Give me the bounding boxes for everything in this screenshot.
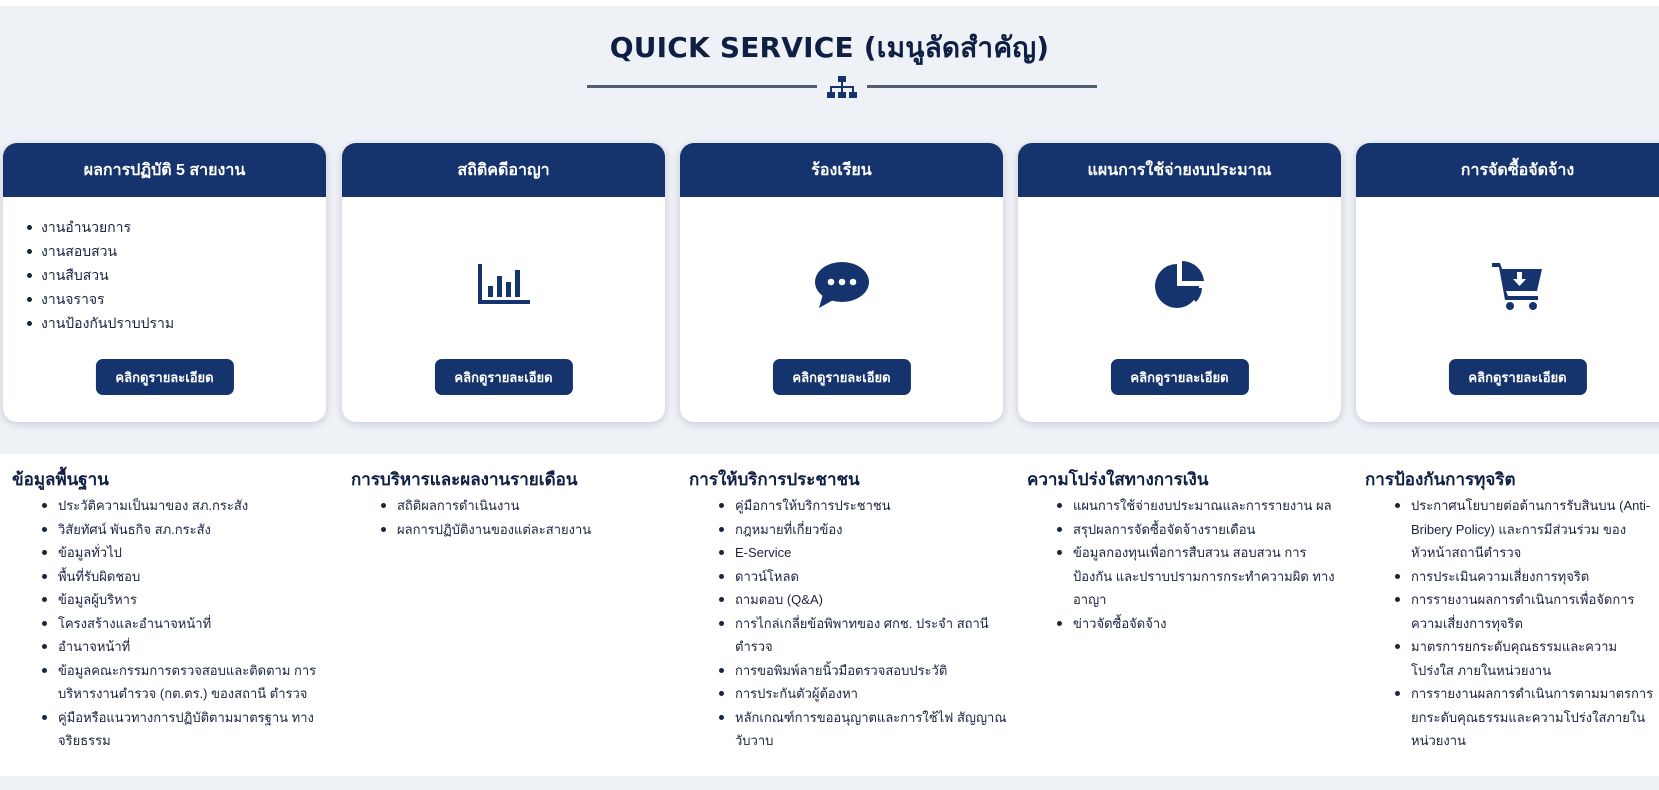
bar-chart-icon <box>474 257 534 313</box>
list-link[interactable]: ข่าวจัดซื้อจัดจ้าง <box>1027 612 1347 636</box>
title-divider <box>587 76 1097 108</box>
list-item: งานสืบสวน <box>27 263 174 287</box>
chat-bubble-icon <box>812 257 872 313</box>
list-link[interactable]: คู่มือการให้บริการประชาชน <box>689 494 1009 518</box>
card-complaints: ร้องเรียน คลิกดูรายละเอียด <box>680 143 1003 422</box>
list-link[interactable]: คู่มือหรือแนวทางการปฏิบัติตามมาตรฐาน ทาง… <box>12 706 332 753</box>
column-title: การบริหารและผลงานรายเดือน <box>351 470 578 489</box>
list-link[interactable]: ประกาศนโยบายต่อต้านการรับสินบน (Anti-Bri… <box>1365 494 1655 565</box>
card-item-list: งานอำนวยการ งานสอบสวน งานสืบสวน งานจราจร… <box>27 215 174 335</box>
link-list: สถิติผลการดำเนินงาน ผลการปฏิบัติงานของแต… <box>351 494 671 541</box>
card-header: ร้องเรียน <box>680 143 1003 197</box>
card-header: สถิติคดีอาญา <box>342 143 665 197</box>
link-list: ประกาศนโยบายต่อต้านการรับสินบน (Anti-Bri… <box>1365 494 1655 753</box>
list-link[interactable]: ถามตอบ (Q&A) <box>689 588 1009 612</box>
column-public-service: การให้บริการประชาชน คู่มือการให้บริการปร… <box>689 468 1009 753</box>
list-link[interactable]: โครงสร้างและอำนาจหน้าที่ <box>12 612 332 636</box>
list-link[interactable]: การรายงานผลการดำเนินการเพื่อจัดการ ความเ… <box>1365 588 1655 635</box>
list-link[interactable]: การประเมินความเสี่ยงการทุจริต <box>1365 565 1655 589</box>
list-item: งานจราจร <box>27 287 174 311</box>
card-budget-plan: แผนการใช้จ่ายงบประมาณ คลิกดูรายละเอียด <box>1018 143 1341 422</box>
column-financial-transparency: ความโปร่งใสทางการเงิน แผนการใช้จ่ายงบประ… <box>1027 468 1347 635</box>
list-link[interactable]: ข้อมูลกองทุนเพื่อการสืบสวน สอบสวน การ ป้… <box>1027 541 1347 612</box>
list-item: งานป้องกันปราบปราม <box>27 311 174 335</box>
list-link[interactable]: การไกล่เกลี่ยข้อพิพาทของ ศกช. ประจำ สถาน… <box>689 612 1009 659</box>
list-link[interactable]: ผลการปฏิบัติงานของแต่ละสายงาน <box>351 518 671 542</box>
card-body: งานอำนวยการ งานสอบสวน งานสืบสวน งานจราจร… <box>3 197 326 422</box>
divider-line-right <box>867 85 1097 88</box>
column-title: การให้บริการประชาชน <box>689 470 860 489</box>
link-list: คู่มือการให้บริการประชาชน กฎหมายที่เกี่ย… <box>689 494 1009 753</box>
card-crime-statistics: สถิติคดีอาญา คลิกดูรายละเอียด <box>342 143 665 422</box>
list-link[interactable]: สถิติผลการดำเนินงาน <box>351 494 671 518</box>
card-procurement: การจัดซื้อจัดจ้าง คลิกดูรายละเอียด <box>1356 143 1659 422</box>
column-title: ข้อมูลพื้นฐาน <box>12 470 109 489</box>
list-link[interactable]: การประกันตัวผู้ต้องหา <box>689 682 1009 706</box>
footer-band <box>0 776 1659 790</box>
list-link[interactable]: การขอพิมพ์ลายนิ้วมือตรวจสอบประวัติ <box>689 659 1009 683</box>
list-link[interactable]: การรายงานผลการดำเนินการตามมาตรการ ยกระดั… <box>1365 682 1655 753</box>
shopping-cart-icon <box>1488 257 1548 313</box>
list-item: งานสอบสวน <box>27 239 174 263</box>
details-button[interactable]: คลิกดูรายละเอียด <box>1448 359 1587 395</box>
list-link[interactable]: E-Service <box>689 541 1009 565</box>
list-link[interactable]: อำนาจหน้าที่ <box>12 635 332 659</box>
list-item: งานอำนวยการ <box>27 215 174 239</box>
sitemap-icon <box>827 76 857 98</box>
pie-chart-icon <box>1150 257 1210 313</box>
link-list: แผนการใช้จ่ายงบประมาณและการรายงาน ผล สรุ… <box>1027 494 1347 635</box>
link-list: ประวัติความเป็นมาของ สภ.กระสัง วิสัยทัศน… <box>12 494 332 753</box>
card-header: ผลการปฏิบัติ 5 สายงาน <box>3 143 326 197</box>
details-button[interactable]: คลิกดูรายละเอียด <box>95 359 234 395</box>
card-5-lines: ผลการปฏิบัติ 5 สายงาน งานอำนวยการ งานสอบ… <box>3 143 326 422</box>
list-link[interactable]: วิสัยทัศน์ พันธกิจ สภ.กระสัง <box>12 518 332 542</box>
details-button[interactable]: คลิกดูรายละเอียด <box>772 359 911 395</box>
card-header: การจัดซื้อจัดจ้าง <box>1356 143 1659 197</box>
details-button[interactable]: คลิกดูรายละเอียด <box>434 359 573 395</box>
card-body: คลิกดูรายละเอียด <box>1018 197 1341 422</box>
list-link[interactable]: พื้นที่รับผิดชอบ <box>12 565 332 589</box>
card-body: คลิกดูรายละเอียด <box>680 197 1003 422</box>
list-link[interactable]: มาตรการยกระดับคุณธรรมและความโปร่งใส ภายใ… <box>1365 635 1655 682</box>
column-monthly-management: การบริหารและผลงานรายเดือน สถิติผลการดำเน… <box>351 468 671 541</box>
column-anti-corruption: การป้องกันการทุจริต ประกาศนโยบายต่อต้านก… <box>1365 468 1655 753</box>
list-link[interactable]: ประวัติความเป็นมาของ สภ.กระสัง <box>12 494 332 518</box>
divider-line-left <box>587 85 817 88</box>
card-header: แผนการใช้จ่ายงบประมาณ <box>1018 143 1341 197</box>
list-link[interactable]: กฎหมายที่เกี่ยวข้อง <box>689 518 1009 542</box>
details-button[interactable]: คลิกดูรายละเอียด <box>1110 359 1249 395</box>
list-link[interactable]: สรุปผลการจัดซื้อจัดจ้างรายเดือน <box>1027 518 1347 542</box>
column-basic-info: ข้อมูลพื้นฐาน ประวัติความเป็นมาของ สภ.กร… <box>12 468 332 753</box>
page-title: QUICK SERVICE (เมนูลัดสำคัญ) <box>609 31 1050 64</box>
column-title: ความโปร่งใสทางการเงิน <box>1027 470 1209 489</box>
column-title: การป้องกันการทุจริต <box>1365 470 1516 489</box>
card-body: คลิกดูรายละเอียด <box>1356 197 1659 422</box>
list-link[interactable]: ข้อมูลทั่วไป <box>12 541 332 565</box>
list-link[interactable]: แผนการใช้จ่ายงบประมาณและการรายงาน ผล <box>1027 494 1347 518</box>
list-link[interactable]: หลักเกณฑ์การขออนุญาตและการใช้ไฟ สัญญาณวั… <box>689 706 1009 753</box>
card-body: คลิกดูรายละเอียด <box>342 197 665 422</box>
list-link[interactable]: ข้อมูลผู้บริหาร <box>12 588 332 612</box>
list-link[interactable]: ดาวน์โหลด <box>689 565 1009 589</box>
list-link[interactable]: ข้อมูลคณะกรรมการตรวจสอบและติดตาม การบริห… <box>12 659 332 706</box>
